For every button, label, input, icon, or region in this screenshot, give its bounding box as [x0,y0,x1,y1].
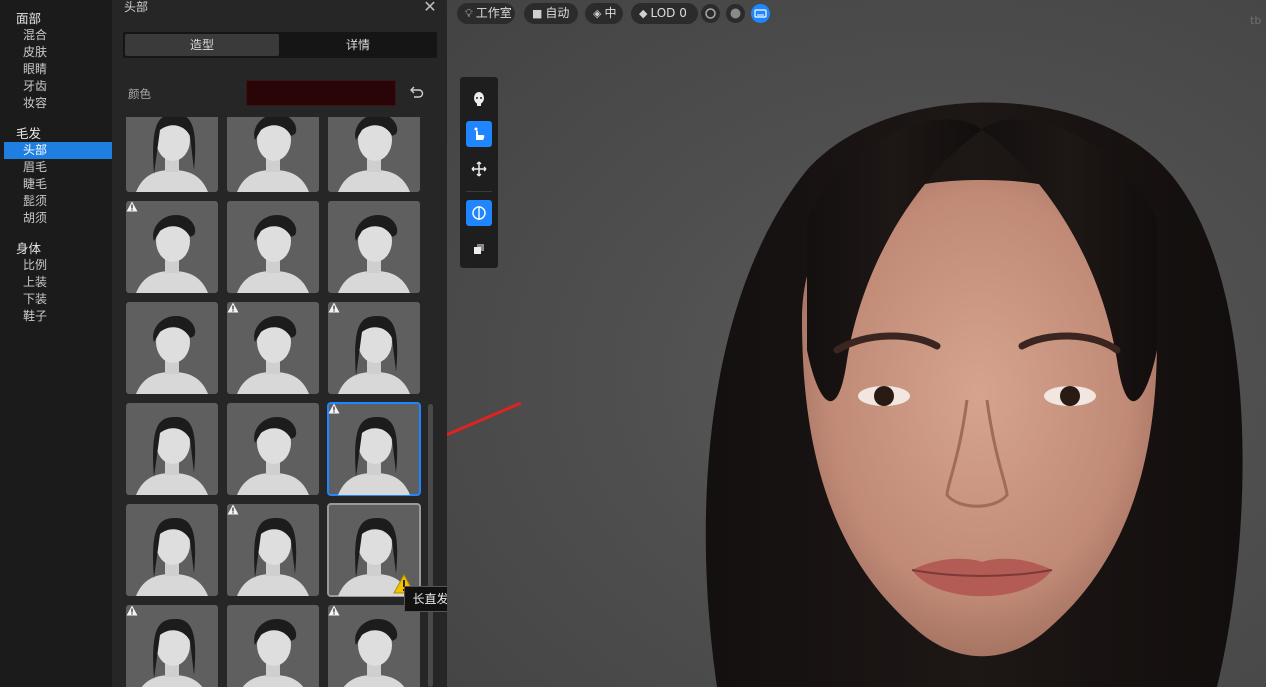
nav-item[interactable]: 上装 [0,274,112,291]
hair-thumbnail [136,117,208,192]
hair-thumbnail [136,215,208,293]
hair-thumbnail [237,417,309,495]
lod-label: LOD 0 [650,6,687,20]
warning-icon [126,201,138,212]
hair-preset-tile[interactable] [227,504,319,596]
nav-group-title: 身体 [16,241,42,256]
hair-thumbnail [141,619,203,687]
warning-icon [227,504,239,515]
hair-thumbnail [338,117,410,192]
viewport-toolbox [460,77,498,268]
nav-item[interactable]: 胡须 [0,210,112,227]
move-icon[interactable] [466,156,492,182]
warning-icon [328,403,340,414]
hair-preset-tile[interactable] [126,201,218,293]
lighting-button[interactable]: 💡︎ 工作室 [457,3,515,24]
nav-item[interactable]: 皮肤 [0,44,112,61]
nav-item[interactable]: 妆容 [0,95,112,112]
annotation-arrow [447,401,522,437]
hair-thumbnail [237,117,309,192]
hair-preset-tile[interactable] [227,302,319,394]
category-nav: 面部 混合 皮肤 眼睛 牙齿 妆容 毛发 头部 眉毛 睫毛 髭须 胡须 身体 比例 上装 下装 鞋子 [0,0,112,687]
nav-group-title: 面部 [16,11,42,26]
nav-item[interactable]: 眉毛 [0,159,112,176]
material-icon[interactable] [701,4,720,23]
hair-preset-tile[interactable] [328,302,420,394]
hair-thumbnail [237,518,309,596]
quality-label: 中 [604,6,617,20]
lightbulb-icon: 💡︎ [465,7,473,20]
nav-item[interactable]: 髭须 [0,193,112,210]
hair-preset-tile[interactable] [126,117,218,192]
diamond-icon: ◈ [593,7,602,20]
camera-button[interactable]: ■ 自动 [524,3,578,24]
layers-icon[interactable] [466,236,492,262]
camera-label: 自动 [545,6,570,20]
hand-pointer-icon[interactable] [466,121,492,147]
warning-icon [328,302,340,313]
nav-item[interactable]: 睫毛 [0,176,112,193]
quality-button[interactable]: ◈ 中 [585,3,623,24]
hair-preset-tile[interactable] [227,201,319,293]
camera-icon: ■ [532,7,543,20]
hair-preset-tile[interactable] [126,302,218,394]
nav-group: 身体 比例 上装 下装 鞋子 [0,240,112,325]
nav-group-title: 毛发 [16,126,42,141]
hair-thumbnail [242,619,304,687]
hair-preset-tile[interactable] [227,403,319,495]
hair-thumbnail [136,316,208,394]
tab-bar: 造型 详情 [123,32,437,58]
symmetry-icon[interactable] [466,200,492,226]
nav-item[interactable]: 混合 [0,27,112,44]
nav-item[interactable]: 头部 [4,142,112,159]
warning-icon [227,302,239,313]
corner-text: tb [1250,14,1262,27]
hair-preset-tile[interactable] [227,605,319,687]
nav-item[interactable]: 下装 [0,291,112,308]
grid-scrollbar[interactable] [428,404,433,687]
hair-thumbnail [338,215,410,293]
hair-preset-tile[interactable] [227,117,319,192]
warning-icon [126,605,138,616]
toolbox-divider [466,191,492,192]
nav-item[interactable]: 比例 [0,257,112,274]
nav-group: 面部 混合 皮肤 眼睛 牙齿 妆容 [0,10,112,112]
hair-preset-tile[interactable] [328,201,420,293]
hair-thumbnail [343,619,405,687]
keyboard-icon[interactable] [751,4,770,23]
hair-preset-tile[interactable] [126,403,218,495]
nav-item[interactable]: 鞋子 [0,308,112,325]
character-render [705,102,1243,687]
panel-title: 头部 [124,0,149,14]
nav-item[interactable]: 眼睛 [0,61,112,78]
cube-icon: ◆ [639,7,648,20]
lighting-label: 工作室 [475,6,512,20]
tab-shape[interactable]: 造型 [125,34,279,56]
sphere-icon[interactable] [726,4,745,23]
hair-color-swatch[interactable] [246,80,396,106]
hair-thumbnail [338,417,410,495]
hair-thumbnail [237,215,309,293]
hair-preset-tile[interactable] [328,605,420,687]
hair-thumbnail [237,316,309,394]
nav-group: 毛发 头部 眉毛 睫毛 髭须 胡须 [0,125,112,227]
head-icon[interactable] [466,86,492,112]
hair-preset-tile[interactable] [328,117,420,192]
tab-detail[interactable]: 详情 [281,34,435,56]
hair-preset-tile[interactable] [126,504,218,596]
3d-viewport[interactable]: 💡︎ 工作室 ■ 自动 ◈ 中 ◆ LOD 0 tb [447,0,1266,687]
hair-preset-grid [126,117,426,687]
warning-icon [328,605,340,616]
lod-button[interactable]: ◆ LOD 0 [631,3,698,24]
nav-item[interactable]: 牙齿 [0,78,112,95]
hair-thumbnail [136,417,208,495]
hair-preset-tile[interactable] [126,605,218,687]
hair-preset-tile[interactable] [327,402,421,496]
hair-thumbnail [338,316,410,394]
close-icon[interactable]: ✕ [421,0,439,16]
color-label: 颜色 [128,87,151,101]
hair-thumbnail [136,518,208,596]
undo-icon[interactable] [407,83,425,101]
